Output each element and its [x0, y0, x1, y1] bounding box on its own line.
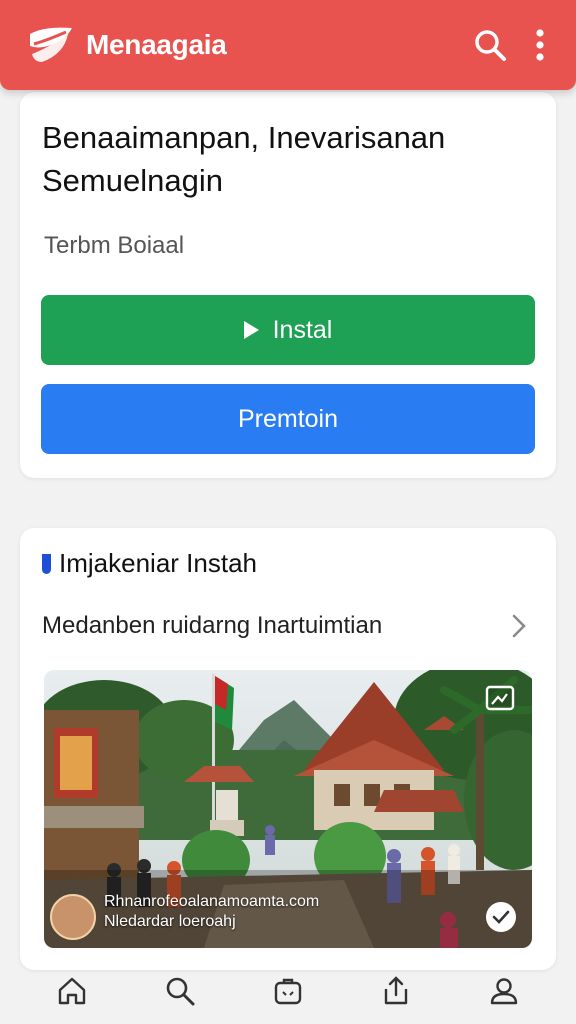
app-subtitle: Terbm Boiaal [44, 232, 185, 259]
nav-search[interactable] [158, 969, 202, 1013]
nav-bag[interactable] [266, 969, 310, 1013]
media-caption: Rhnanrofeoalanamoamta.com Nledardar loer… [104, 892, 319, 932]
bottom-navigation [0, 958, 576, 1024]
section-title: Imjakeniar Instah [42, 548, 257, 579]
premium-button[interactable]: Premtoin [41, 384, 535, 454]
logo-icon[interactable] [26, 24, 76, 66]
install-label: Instal [272, 315, 333, 344]
gallery-badge-icon[interactable] [484, 684, 516, 714]
more-vert-icon [536, 29, 544, 61]
section-marker-icon [42, 553, 51, 574]
search-button[interactable] [468, 23, 512, 67]
app-title: Menaagaia [86, 29, 227, 60]
list-item[interactable]: Medanben ruidarng Inartuimtian [42, 606, 528, 646]
premium-label: Premtoin [237, 404, 339, 433]
search-icon [475, 30, 506, 61]
check-icon[interactable] [486, 902, 516, 932]
app-headline: Benaaimanpan, Inevarisanan Semuelnagin [42, 120, 446, 198]
play-icon [243, 321, 259, 339]
list-item-label: Medanben ruidarng Inartuimtian [42, 612, 383, 639]
bag-icon [274, 978, 302, 1005]
app-bar: Menaagaia [0, 0, 576, 90]
section-card: Imjakeniar Instah Medanben ruidarng Inar… [20, 528, 556, 970]
nav-share[interactable] [374, 969, 418, 1013]
nav-home[interactable] [50, 969, 94, 1013]
nav-profile[interactable] [482, 969, 526, 1013]
search-icon [166, 977, 195, 1006]
app-info-card: Benaaimanpan, Inevarisanan Semuelnagin T… [20, 92, 556, 478]
more-options-button[interactable] [526, 23, 554, 67]
section-title-text: Imjakeniar Instah [59, 548, 257, 578]
media-caption-line2: Nledardar loeroahj [104, 913, 236, 930]
home-icon [58, 977, 86, 1005]
profile-icon [490, 978, 518, 1005]
install-button[interactable]: Instal [41, 295, 535, 365]
avatar[interactable] [50, 894, 96, 940]
media-preview[interactable]: Rhnanrofeoalanamoamta.com Nledardar loer… [44, 670, 532, 948]
media-caption-line1: Rhnanrofeoalanamoamta.com [104, 893, 320, 910]
share-icon [384, 976, 408, 1005]
chevron-right-icon [512, 614, 526, 638]
